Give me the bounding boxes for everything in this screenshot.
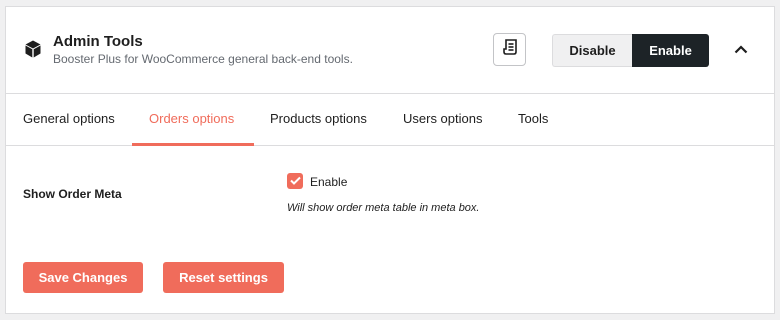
show-order-meta-label: Show Order Meta bbox=[23, 187, 122, 201]
tab-general-options[interactable]: General options bbox=[23, 94, 115, 145]
save-changes-button[interactable]: Save Changes bbox=[23, 262, 143, 293]
tab-users-options[interactable]: Users options bbox=[403, 94, 482, 145]
field-description: Will show order meta table in meta box. bbox=[287, 202, 480, 214]
tab-tools[interactable]: Tools bbox=[518, 94, 548, 145]
cube-icon bbox=[25, 40, 41, 58]
module-toggle-group: Disable Enable bbox=[552, 34, 709, 67]
chevron-up-icon bbox=[734, 41, 748, 59]
active-tab-indicator bbox=[132, 143, 254, 146]
settings-tabs: General options Orders options Products … bbox=[6, 94, 774, 146]
collapse-button[interactable] bbox=[730, 41, 752, 59]
disable-button[interactable]: Disable bbox=[552, 34, 632, 67]
checkbox-enable-label[interactable]: Enable bbox=[310, 175, 347, 189]
module-card: Admin Tools Booster Plus for WooCommerce… bbox=[5, 6, 775, 314]
checkmark-icon bbox=[289, 172, 301, 190]
tab-orders-options[interactable]: Orders options bbox=[149, 94, 234, 145]
module-title: Admin Tools bbox=[53, 33, 143, 50]
module-header: Admin Tools Booster Plus for WooCommerce… bbox=[6, 7, 774, 94]
reset-settings-button[interactable]: Reset settings bbox=[163, 262, 284, 293]
show-order-meta-checkbox[interactable] bbox=[287, 173, 303, 189]
document-icon bbox=[502, 39, 517, 60]
enable-button[interactable]: Enable bbox=[632, 34, 709, 67]
tab-products-options[interactable]: Products options bbox=[270, 94, 367, 145]
module-subtitle: Booster Plus for WooCommerce general bac… bbox=[53, 52, 353, 66]
documentation-button[interactable] bbox=[493, 33, 526, 66]
